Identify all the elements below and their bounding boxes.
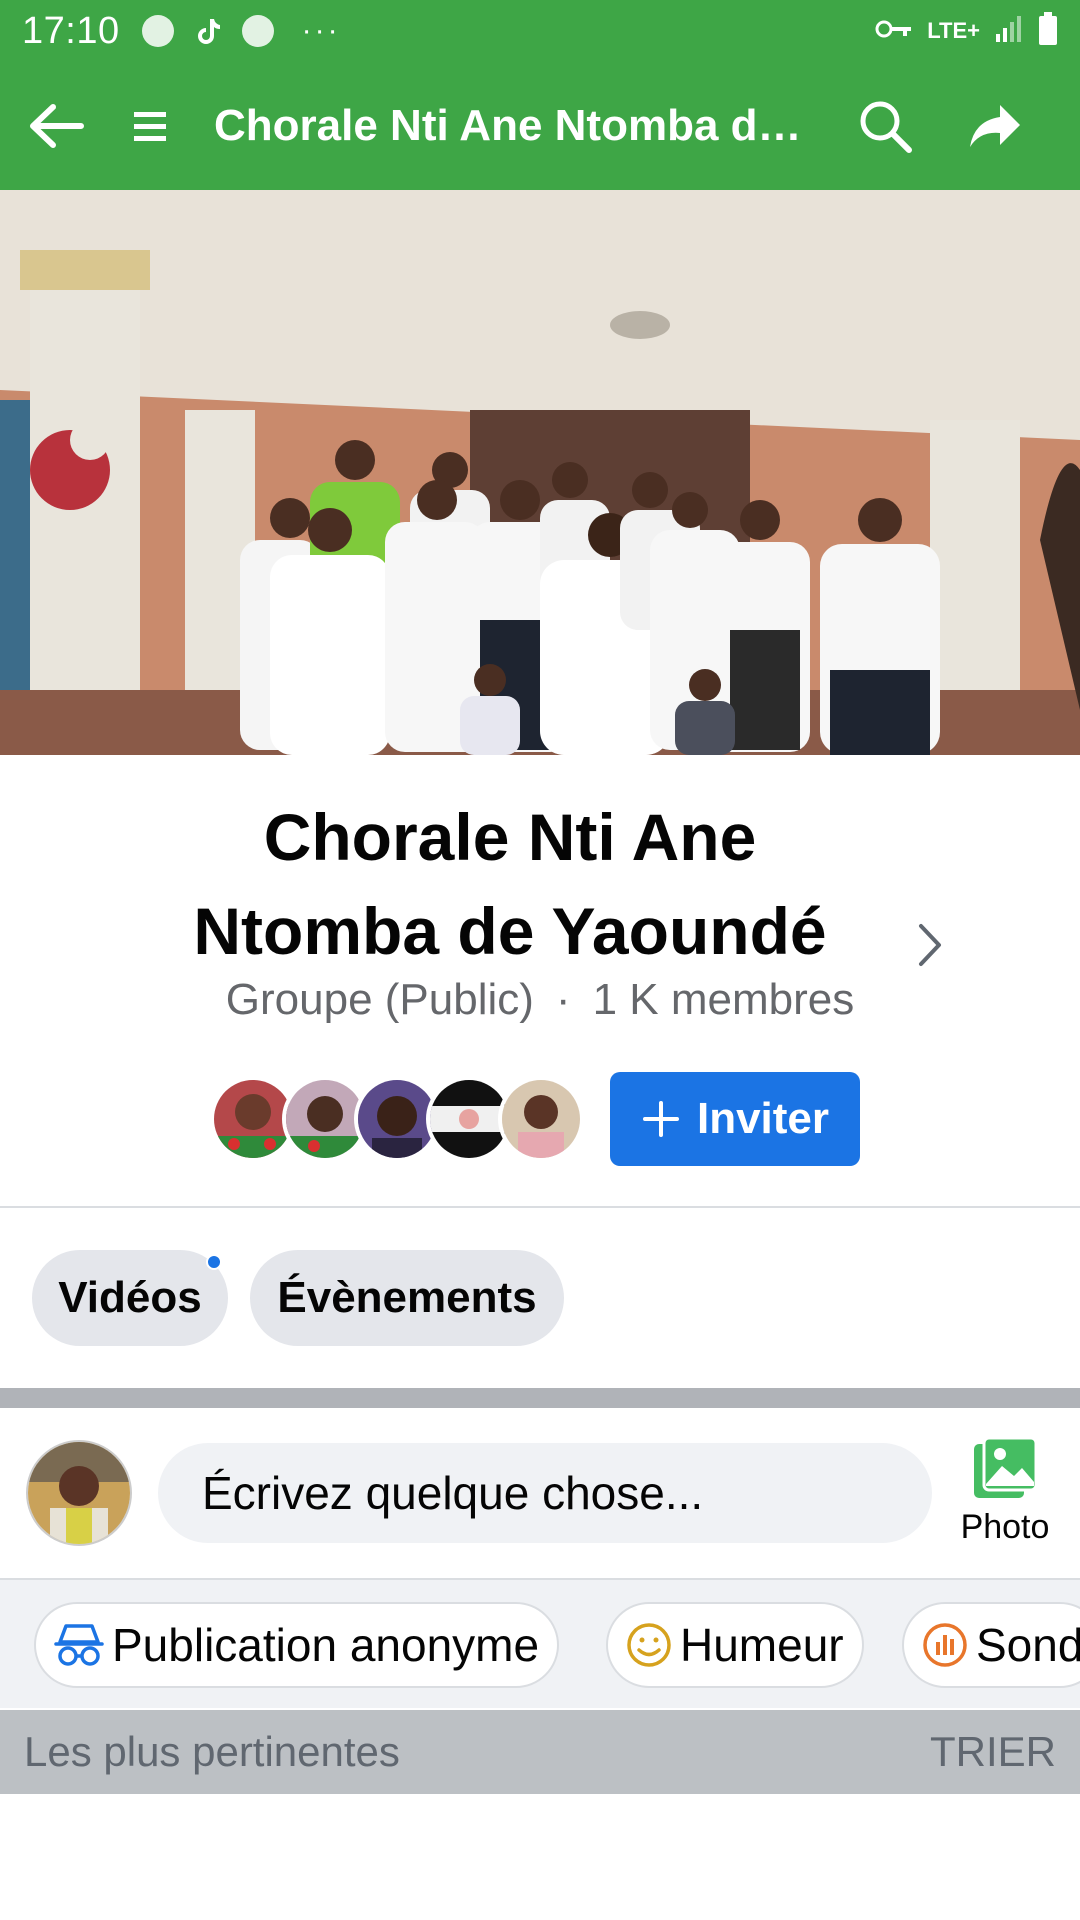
anonymous-post-button[interactable]: Publication anonyme [34,1602,560,1688]
group-details-button[interactable] [905,915,955,975]
member-count[interactable]: 1 K membres [593,975,855,1024]
post-composer-input[interactable]: Écrivez quelque chose... [158,1443,932,1543]
poll-button[interactable]: Sond [902,1602,1080,1688]
page-title: Chorale Nti Ane Ntomba de Yaoundé [214,101,814,150]
back-button[interactable] [0,62,110,190]
anonymous-icon [54,1624,104,1666]
menu-icon [134,112,166,141]
member-row: Inviter [210,1072,860,1166]
photo-button[interactable]: Photo [950,1436,1060,1547]
meta-separator: · [555,975,571,1024]
action-label: Publication anonyme [112,1619,540,1671]
group-privacy: Groupe (Public) [225,975,534,1024]
chrome-icon [141,15,174,47]
smiley-icon [627,1623,671,1667]
sort-bar: Les plus pertinentes TRIER [0,1710,1080,1794]
plus-icon [642,1101,679,1137]
member-avatars[interactable] [210,1076,584,1162]
group-name[interactable]: Chorale Nti Ane Ntomba de Yaoundé [140,790,880,978]
photo-label: Photo [960,1508,1050,1546]
tiktok-icon [192,15,224,47]
chip-label: Vidéos [58,1273,202,1322]
search-icon [860,101,912,153]
back-arrow-icon [30,104,84,148]
invite-label: Inviter [696,1094,830,1143]
group-photo [0,190,1080,755]
action-label: Humeur [680,1619,844,1671]
post-actions-bar: Publication anonyme Humeur Sond [0,1578,1080,1708]
divider [0,1206,1080,1208]
status-bar: 17:10 ··· LTE+ [0,0,1080,62]
share-icon [970,105,1020,147]
menu-button[interactable] [110,62,190,190]
battery-icon [1038,11,1058,51]
status-time: 17:10 [22,9,120,52]
chevron-right-icon [919,924,941,966]
avatar[interactable] [26,1440,132,1546]
cover-photo[interactable] [0,190,1080,755]
chrome-icon [241,15,274,47]
more-notifications-icon: ··· [301,14,341,47]
sort-button[interactable]: TRIER [930,1728,1056,1776]
network-type: LTE+ [927,18,980,43]
mood-button[interactable]: Humeur [606,1602,864,1688]
group-meta: Groupe (Public) · 1 K membres [0,975,1080,1025]
poll-icon [923,1623,967,1667]
tab-videos[interactable]: Vidéos [32,1250,228,1346]
action-label: Sond [976,1619,1080,1671]
photo-icon [974,1436,1038,1498]
invite-button[interactable]: Inviter [610,1072,860,1166]
vpn-key-icon [875,17,913,46]
chip-label: Évènements [277,1273,537,1322]
sort-label: Les plus pertinentes [24,1728,400,1775]
avatar [498,1076,584,1162]
signal-icon [994,14,1024,49]
tab-events[interactable]: Évènements [250,1250,564,1346]
section-separator [0,1388,1080,1408]
new-indicator [206,1254,222,1270]
share-button[interactable] [940,62,1050,190]
app-bar: Chorale Nti Ane Ntomba de Yaoundé [0,62,1080,190]
search-button[interactable] [830,62,940,190]
